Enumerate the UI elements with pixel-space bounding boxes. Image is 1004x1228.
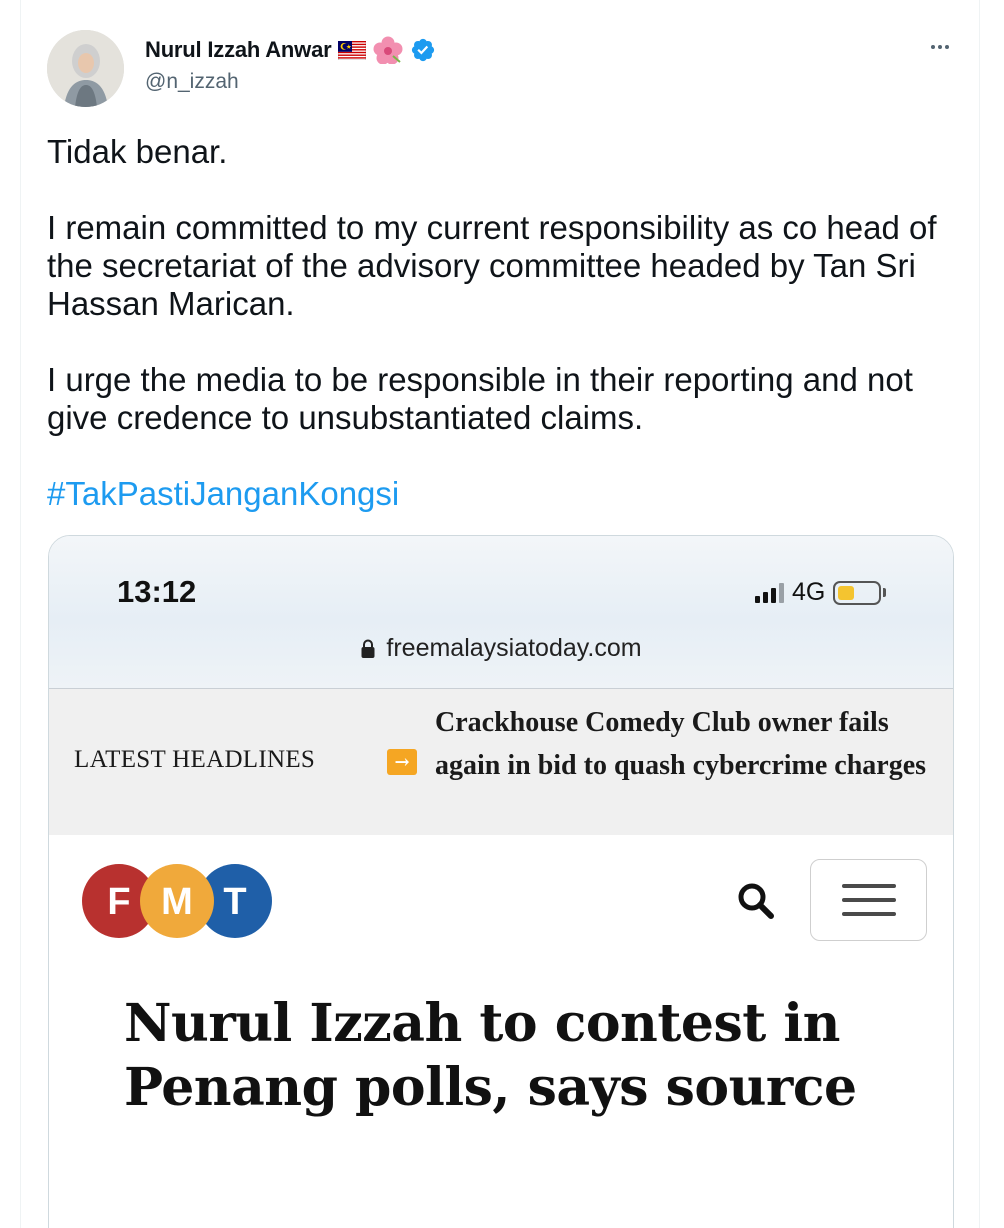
tweet-text: Tidak benar. I remain committed to my cu… bbox=[47, 133, 957, 513]
address-bar: freemalaysiatoday.com bbox=[49, 634, 953, 663]
latest-headlines-label: LATEST HEADLINES bbox=[74, 746, 316, 773]
tweet-paragraph: I remain committed to my current respons… bbox=[47, 209, 937, 322]
malaysia-flag-icon bbox=[338, 40, 367, 60]
menu-bar-icon bbox=[841, 898, 896, 902]
logo-letter: T bbox=[223, 881, 246, 923]
status-indicators: 4G bbox=[755, 578, 887, 607]
hibiscus-icon bbox=[373, 36, 403, 64]
url-text: freemalaysiatoday.com bbox=[386, 634, 642, 662]
tweet-card: Nurul Izzah Anwar @n_izzah Tidak benar. … bbox=[20, 0, 980, 1228]
dot-icon bbox=[945, 45, 949, 49]
avatar-photo bbox=[47, 30, 124, 107]
site-header: F M T bbox=[49, 835, 953, 970]
more-options-button[interactable] bbox=[927, 34, 953, 60]
dot-icon bbox=[931, 45, 935, 49]
latest-headlines-bar: LATEST HEADLINES → Crackhouse Comedy Clu… bbox=[49, 689, 953, 835]
signal-icon bbox=[755, 582, 784, 603]
article-title: Nurul Izzah to contest in Penang polls, … bbox=[124, 993, 857, 1118]
verified-badge-icon bbox=[412, 38, 435, 62]
latest-headline-text: Crackhouse Comedy Club owner fails again… bbox=[435, 707, 927, 781]
logo-letter: F bbox=[107, 881, 130, 923]
arrow-right-icon: → bbox=[387, 749, 417, 775]
ios-status-bar: 13:12 4G freemalaysiatoday.com bbox=[49, 536, 953, 689]
hamburger-menu-button[interactable] bbox=[810, 859, 927, 941]
author-display-name[interactable]: Nurul Izzah Anwar bbox=[145, 37, 332, 63]
dot-icon bbox=[938, 45, 942, 49]
tweet-paragraph: Tidak benar. bbox=[47, 133, 228, 170]
attached-image[interactable]: 13:12 4G freemalaysiatoday.com LATEST HE… bbox=[48, 535, 954, 1228]
hashtag-link[interactable]: #TakPastiJanganKongsi bbox=[47, 475, 957, 513]
menu-bar-icon bbox=[841, 884, 896, 888]
fmt-logo: F M T bbox=[82, 864, 272, 938]
author-name-row: Nurul Izzah Anwar bbox=[145, 36, 436, 64]
battery-icon bbox=[833, 580, 887, 605]
menu-bar-icon bbox=[841, 912, 896, 916]
author-handle[interactable]: @n_izzah bbox=[145, 70, 239, 94]
network-label: 4G bbox=[792, 578, 826, 606]
logo-letter: M bbox=[161, 881, 193, 923]
avatar[interactable] bbox=[47, 30, 124, 107]
search-icon[interactable] bbox=[734, 879, 778, 923]
status-time: 13:12 bbox=[117, 574, 197, 609]
tweet-paragraph: I urge the media to be responsible in th… bbox=[47, 361, 913, 436]
lock-icon bbox=[361, 639, 375, 658]
